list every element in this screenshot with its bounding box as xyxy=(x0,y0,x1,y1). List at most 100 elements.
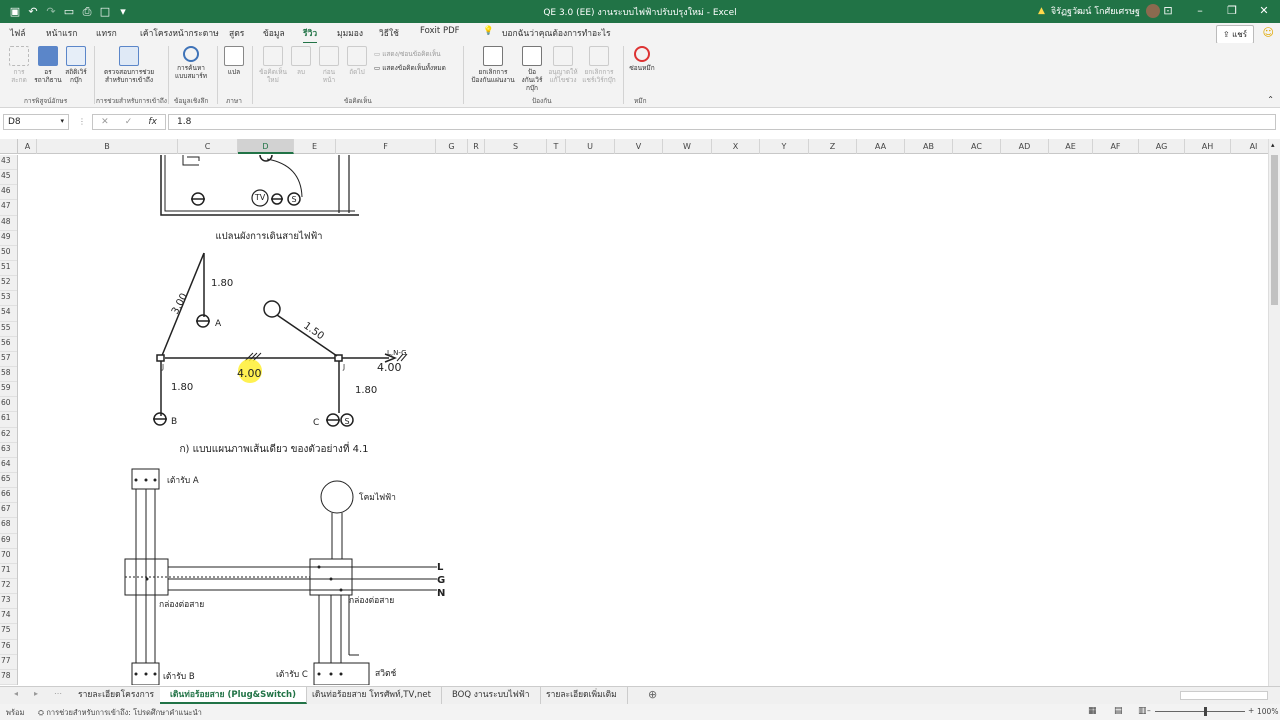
sheet-tab-boq[interactable]: BOQ งานระบบไฟฟ้า xyxy=(442,687,541,704)
insert-function-icon[interactable]: fx xyxy=(148,117,157,127)
sheet-tab-phone-tv-net[interactable]: เดินท่อร้อยสาย โทรศัพท์,TV,net xyxy=(302,687,442,704)
next-comment-button[interactable]: ถัดไป xyxy=(346,46,368,76)
row-header[interactable]: 75 xyxy=(0,624,17,640)
row-header[interactable]: 47 xyxy=(0,200,17,216)
tab-file[interactable]: ไฟล์ xyxy=(10,26,26,40)
column-header[interactable]: AF xyxy=(1093,139,1139,154)
row-header[interactable]: 66 xyxy=(0,488,17,504)
hide-ink-button[interactable]: ซ่อนหมึก xyxy=(628,46,656,72)
row-header[interactable]: 77 xyxy=(0,655,17,670)
ribbon-display-icon[interactable]: ⊡ xyxy=(1152,0,1184,23)
sheet-tab-more-details[interactable]: รายละเอียดเพิ่มเติม xyxy=(536,687,628,704)
row-header[interactable]: 68 xyxy=(0,518,17,534)
name-box[interactable]: D8 ▾ xyxy=(3,114,69,130)
collapse-ribbon-icon[interactable]: ⌃ xyxy=(1267,95,1274,104)
column-header[interactable]: U xyxy=(566,139,615,154)
zoom-out-icon[interactable]: – xyxy=(1147,706,1151,715)
row-header[interactable]: 53 xyxy=(0,291,17,307)
chevron-down-icon[interactable]: ▾ xyxy=(60,117,64,125)
tab-home[interactable]: หน้าแรก xyxy=(46,26,77,40)
page-layout-view-icon[interactable]: ▤ xyxy=(1114,706,1123,716)
cancel-icon[interactable]: ✕ xyxy=(101,117,109,127)
row-header[interactable]: 76 xyxy=(0,640,17,655)
row-header[interactable]: 55 xyxy=(0,322,17,337)
row-header[interactable]: 50 xyxy=(0,246,17,261)
tab-formulas[interactable]: สูตร xyxy=(229,26,244,40)
row-header[interactable]: 67 xyxy=(0,503,17,519)
zoom-in-icon[interactable]: + xyxy=(1248,706,1254,715)
column-header[interactable]: W xyxy=(663,139,712,154)
row-header[interactable]: 70 xyxy=(0,549,17,564)
tab-page-layout[interactable]: เค้าโครงหน้ากระดาษ xyxy=(140,26,219,40)
accessibility-status[interactable]: ⛭ การช่วยสำหรับการเข้าถึง: โปรดศึกษาคำแน… xyxy=(38,707,202,719)
zoom-level[interactable]: 100% xyxy=(1257,707,1278,716)
row-header[interactable]: 58 xyxy=(0,367,17,383)
column-header[interactable]: AB xyxy=(905,139,953,154)
select-all-corner[interactable] xyxy=(0,139,18,154)
tab-foxit-pdf[interactable]: Foxit PDF xyxy=(420,26,460,36)
column-header[interactable]: R xyxy=(468,139,485,154)
scroll-thumb[interactable] xyxy=(1271,155,1278,305)
row-header[interactable]: 60 xyxy=(0,397,17,413)
column-header[interactable]: AH xyxy=(1185,139,1231,154)
close-icon[interactable]: ✕ xyxy=(1248,0,1280,23)
prev-sheet-icon[interactable]: ◂ xyxy=(14,689,18,698)
row-header[interactable]: 63 xyxy=(0,443,17,458)
enter-icon[interactable]: ✓ xyxy=(125,117,133,127)
tab-insert[interactable]: แทรก xyxy=(96,26,117,40)
row-header[interactable]: 43 xyxy=(0,155,17,171)
workbook-stats-button[interactable]: สถิติเวิร์กบุ๊ก xyxy=(63,46,89,84)
column-header[interactable]: B xyxy=(37,139,178,154)
row-header[interactable]: 57 xyxy=(0,352,17,367)
worksheet-grid[interactable]: TV S แปลนผังการเดินสายไฟฟ้า 3.00 1.80 1.… xyxy=(19,155,1267,685)
column-header[interactable]: E xyxy=(294,139,336,154)
tab-help[interactable]: วิธีใช้ xyxy=(379,26,399,40)
sheet-tab-project-details[interactable]: รายละเอียดโครงการ xyxy=(68,687,166,704)
restore-icon[interactable]: ❐ xyxy=(1216,0,1248,23)
row-header[interactable]: 54 xyxy=(0,306,17,322)
column-header[interactable]: V xyxy=(615,139,663,154)
column-header[interactable]: T xyxy=(547,139,566,154)
scroll-up-icon[interactable]: ▴ xyxy=(1271,141,1275,149)
spelling-button[interactable]: การสะกด xyxy=(6,46,32,84)
row-header[interactable]: 59 xyxy=(0,382,17,398)
column-header[interactable]: D xyxy=(238,139,294,154)
protect-workbook-button[interactable]: ป้องกันเวิร์กบุ๊ก xyxy=(519,46,545,92)
horizontal-scrollbar[interactable] xyxy=(1180,691,1268,700)
check-accessibility-button[interactable]: ตรวจสอบการช่วยสำหรับการเข้าถึง xyxy=(100,46,158,84)
add-sheet-icon[interactable]: ⊕ xyxy=(648,688,657,701)
row-header[interactable]: 45 xyxy=(0,170,17,186)
row-header[interactable]: 56 xyxy=(0,337,17,352)
thesaurus-button[interactable]: อรรถาภิธาน xyxy=(34,46,62,84)
previous-comment-button[interactable]: ก่อนหน้า xyxy=(317,46,341,84)
sheet-tab-plug-switch[interactable]: เดินท่อร้อยสาย (Plug&Switch) xyxy=(160,687,307,704)
row-header[interactable]: 73 xyxy=(0,594,17,610)
column-header[interactable]: G xyxy=(436,139,468,154)
row-header[interactable]: 62 xyxy=(0,428,17,443)
formula-input[interactable]: 1.8 xyxy=(168,114,1276,130)
column-header[interactable]: AE xyxy=(1049,139,1093,154)
column-header[interactable]: Z xyxy=(809,139,857,154)
row-header[interactable]: 74 xyxy=(0,609,17,625)
translate-button[interactable]: แปล xyxy=(222,46,246,76)
tab-data[interactable]: ข้อมูล xyxy=(263,26,285,40)
row-header[interactable]: 78 xyxy=(0,670,17,685)
tab-view[interactable]: มุมมอง xyxy=(337,26,363,40)
delete-comment-button[interactable]: ลบ xyxy=(291,46,311,76)
column-header[interactable]: F xyxy=(336,139,436,154)
row-header[interactable]: 52 xyxy=(0,276,17,292)
feedback-smile-icon[interactable]: ☺ xyxy=(1263,26,1274,39)
row-header[interactable]: 46 xyxy=(0,185,17,201)
tell-me-search[interactable]: บอกฉันว่าคุณต้องการทำอะไร xyxy=(502,26,611,40)
column-header[interactable]: X xyxy=(712,139,760,154)
tab-review[interactable]: รีวิว xyxy=(303,26,318,44)
row-header[interactable]: 69 xyxy=(0,534,17,549)
user-area[interactable]: ▲ จิรัฏฐวัฒน์ โกศัยเศรษฐ xyxy=(1038,4,1160,18)
next-sheet-icon[interactable]: ▸ xyxy=(34,689,38,698)
row-header[interactable]: 48 xyxy=(0,216,17,231)
show-all-comments-option[interactable]: ▭ แสดงข้อคิดเห็นทั้งหมด xyxy=(374,63,446,73)
row-header[interactable]: 49 xyxy=(0,231,17,246)
share-button[interactable]: ⇪ แชร์ xyxy=(1215,25,1254,44)
show-hide-comment-option[interactable]: ▭ แสดง/ซ่อนข้อคิดเห็น xyxy=(374,49,441,59)
new-comment-button[interactable]: ข้อคิดเห็นใหม่ xyxy=(257,46,289,84)
